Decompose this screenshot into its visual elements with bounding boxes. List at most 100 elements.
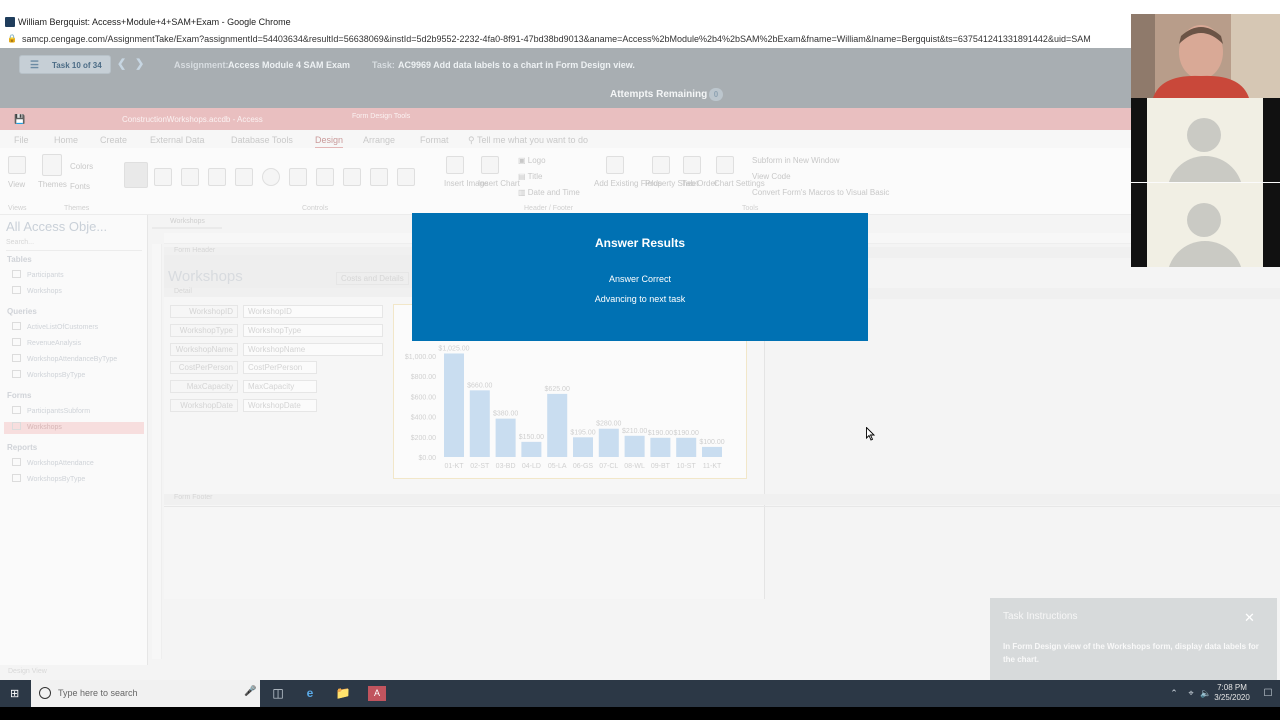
nav-section-header[interactable]: Reports [7, 443, 37, 452]
field-textbox[interactable]: MaxCapacity [243, 380, 317, 394]
nav-item[interactable]: ParticipantsSubform [12, 406, 90, 418]
date-time-button[interactable]: ▥ Date and Time [518, 188, 580, 197]
chart-bar[interactable] [676, 437, 697, 457]
tab-format[interactable]: Format [420, 135, 449, 145]
insert-chart-label[interactable]: Insert Chart [478, 179, 520, 188]
convert-macros-button[interactable]: Convert Form's Macros to Visual Basic [752, 188, 889, 197]
chart-bar[interactable] [650, 437, 671, 457]
hyperlink-control-icon[interactable] [262, 168, 280, 186]
tab-database-tools[interactable]: Database Tools [231, 135, 293, 145]
task-view-icon[interactable]: ◫ [270, 686, 286, 701]
field-label[interactable]: WorkshopID [170, 305, 238, 318]
nav-pane-header[interactable]: All Access Obje... [6, 219, 107, 234]
field-label[interactable]: WorkshopType [170, 323, 238, 337]
add-existing-fields-icon[interactable] [606, 156, 624, 174]
costs-details-label[interactable]: Costs and Details [336, 272, 409, 285]
nav-item[interactable]: WorkshopAttendance [12, 458, 94, 470]
field-label[interactable]: MaxCapacity [170, 380, 238, 394]
tab-control-icon[interactable] [235, 168, 253, 186]
nav-item[interactable]: WorkshopsByType [12, 474, 85, 486]
chart-bar[interactable] [469, 390, 490, 457]
address-bar[interactable]: 🔒 samcp.cengage.com/AssignmentTake/Exam?… [0, 31, 1280, 48]
chart-bar[interactable] [495, 418, 516, 457]
tab-home[interactable]: Home [54, 135, 78, 145]
form-title-label[interactable]: Workshops [168, 268, 243, 285]
tab-design[interactable]: Design [315, 135, 344, 149]
tab-external-data[interactable]: External Data [150, 135, 205, 145]
property-sheet-icon[interactable] [652, 156, 670, 174]
tab-arrange[interactable]: Arrange [363, 135, 395, 145]
nav-item[interactable]: WorkshopsByType [12, 370, 85, 382]
insert-chart-icon[interactable] [481, 156, 499, 174]
tell-me-box[interactable]: ⚲ Tell me what you want to do [468, 135, 588, 146]
chart-bar[interactable] [573, 437, 593, 457]
field-textbox[interactable]: WorkshopType [243, 323, 383, 337]
option-group-icon[interactable] [343, 168, 361, 186]
nav-item[interactable]: Participants [12, 270, 64, 282]
view-icon[interactable] [8, 156, 26, 174]
notifications-icon[interactable]: ☐ [1260, 686, 1276, 701]
insert-image-icon[interactable] [446, 156, 464, 174]
chart-bar[interactable] [598, 428, 619, 457]
taskbar-search-box[interactable]: Type here to search 🎤 [31, 680, 260, 707]
windows-start-icon[interactable]: ⊞ [10, 688, 22, 700]
close-icon[interactable]: ✕ [1244, 610, 1255, 626]
taskbar-search-placeholder[interactable]: Type here to search [58, 688, 138, 698]
chart-settings-icon[interactable] [716, 156, 734, 174]
microphone-icon[interactable]: 🎤 [244, 686, 256, 697]
tab-file[interactable]: File [14, 135, 29, 145]
view-code-button[interactable]: View Code [752, 172, 791, 181]
field-label[interactable]: WorkshopName [170, 342, 238, 356]
field-textbox[interactable]: WorkshopDate [243, 399, 317, 412]
fonts-button[interactable]: Fonts [70, 182, 90, 191]
nav-search-input[interactable]: Search... [6, 239, 142, 251]
chart-bar[interactable] [547, 393, 568, 457]
network-icon[interactable]: ⌖ [1183, 686, 1199, 701]
textbox-control-icon[interactable] [154, 168, 172, 186]
nav-item[interactable]: Workshops [12, 286, 62, 298]
button-control-icon[interactable] [208, 168, 226, 186]
nav-item[interactable]: RevenueAnalysis [12, 338, 81, 350]
themes-button-label[interactable]: Themes [38, 180, 67, 189]
save-icon[interactable]: 💾 [14, 114, 25, 125]
access-app-icon[interactable]: A [368, 686, 386, 701]
chart-bar[interactable] [444, 353, 464, 457]
tray-chevron-icon[interactable]: ⌃ [1166, 686, 1182, 701]
nav-section-header[interactable]: Queries [7, 307, 37, 316]
tab-workshops-form[interactable]: Workshops [152, 215, 222, 229]
field-textbox[interactable]: WorkshopID [243, 305, 383, 318]
themes-icon[interactable] [42, 154, 62, 176]
logo-button[interactable]: ▣ Logo [518, 156, 546, 165]
combo-box-icon[interactable] [397, 168, 415, 186]
title-button[interactable]: ▤ Title [518, 172, 542, 181]
nav-section-header[interactable]: Tables [7, 255, 32, 264]
field-label[interactable]: CostPerPerson [170, 361, 238, 375]
tab-create[interactable]: Create [100, 135, 127, 145]
chart-bar[interactable] [521, 441, 542, 457]
nav-item[interactable]: ActiveListOfCustomers [12, 322, 98, 334]
field-label[interactable]: WorkshopDate [170, 399, 238, 412]
web-browser-control-icon[interactable] [289, 168, 307, 186]
page-break-icon[interactable] [370, 168, 388, 186]
chart-bar[interactable] [624, 435, 645, 457]
tab-order-icon[interactable] [683, 156, 701, 174]
file-explorer-icon[interactable]: 📁 [335, 686, 351, 701]
next-task-chevron-icon[interactable]: ❯ [135, 57, 144, 70]
nav-item[interactable]: Workshops [4, 422, 144, 434]
field-textbox[interactable]: CostPerPerson [243, 361, 317, 375]
task-menu-button[interactable]: ☰ Task 10 of 34 [19, 55, 111, 74]
chart-bar[interactable] [702, 446, 722, 457]
form-footer-bar[interactable]: Form Footer [164, 494, 1280, 505]
view-button-label[interactable]: View [8, 180, 25, 189]
label-control-icon[interactable] [181, 168, 199, 186]
colors-button[interactable]: Colors [70, 162, 93, 171]
tab-order-label[interactable]: Tab Order [682, 179, 718, 188]
select-pointer-icon[interactable] [124, 162, 148, 188]
subform-new-window-button[interactable]: Subform in New Window [752, 156, 840, 165]
taskbar-clock[interactable]: 7:08 PM 3/25/2020 [1210, 683, 1254, 703]
nav-item[interactable]: WorkshopAttendanceByType [12, 354, 117, 366]
edge-browser-icon[interactable]: e [302, 686, 318, 701]
navigation-control-icon[interactable] [316, 168, 334, 186]
previous-task-chevron-icon[interactable]: ❮ [117, 57, 126, 70]
nav-section-header[interactable]: Forms [7, 391, 31, 400]
